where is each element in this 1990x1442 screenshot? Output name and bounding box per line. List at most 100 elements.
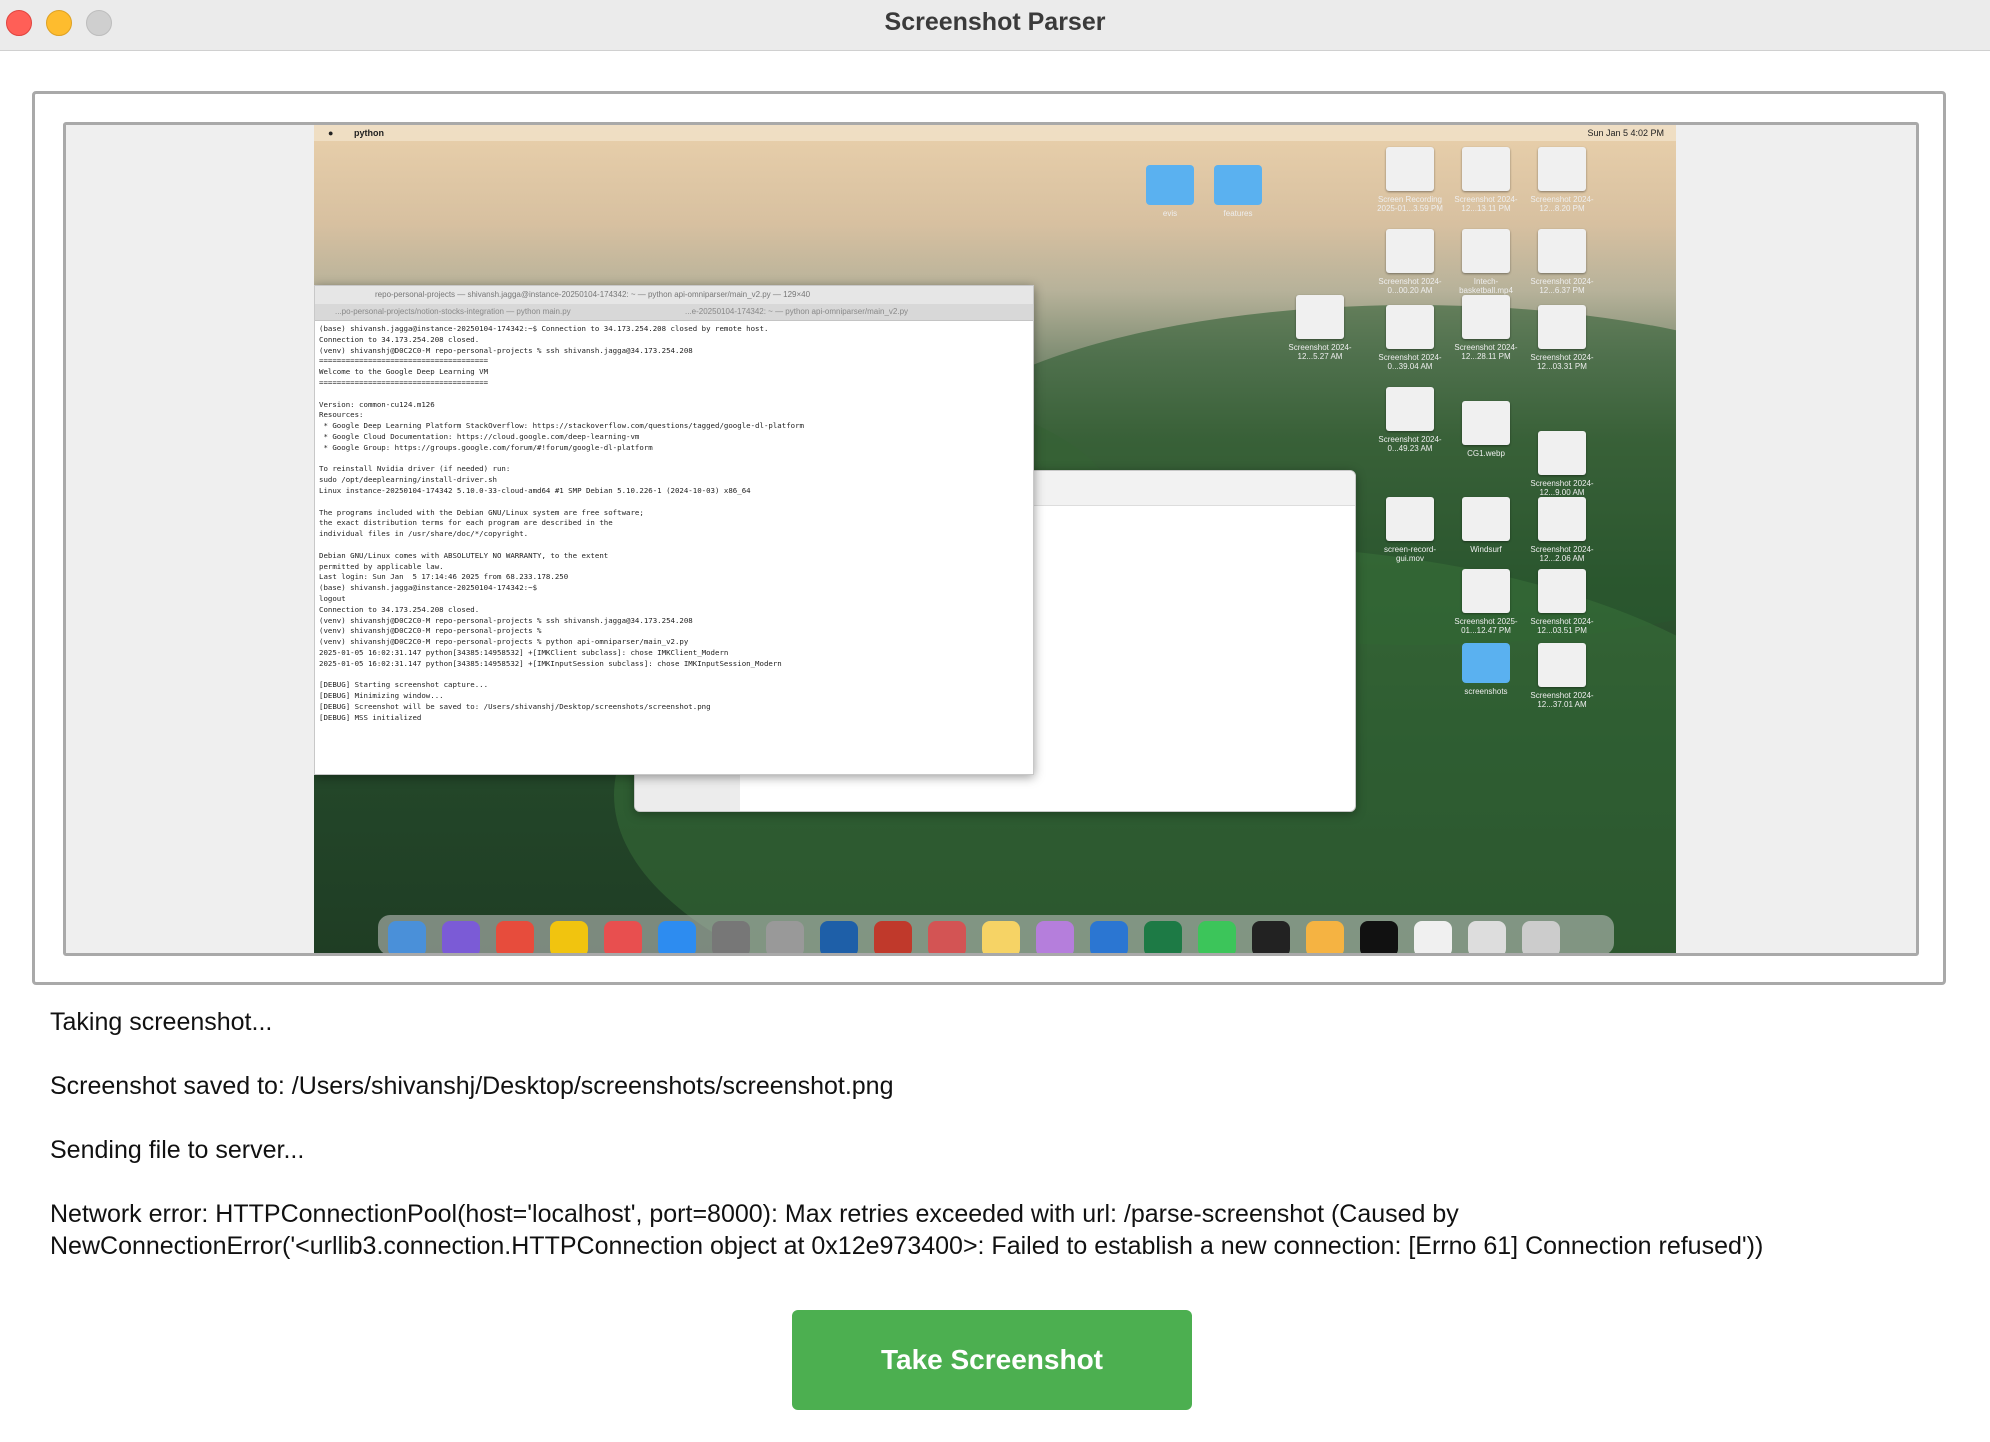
file-thumbnail-icon: [1538, 431, 1586, 475]
desktop-icon: Screenshot 2024-12...13.11 PM: [1450, 147, 1522, 213]
desktop-icon: Intech-basketball.mp4: [1450, 229, 1522, 295]
desktop-icon-label: Screenshot 2024-0...00.20 AM: [1378, 277, 1442, 295]
dock-app-icon: [982, 921, 1020, 953]
preview-image-container: ● python Sun Jan 5 4:02 PM repo-personal…: [63, 122, 1919, 956]
dock-app-icon: [1468, 921, 1506, 953]
dock-app-icon: [1252, 921, 1290, 953]
file-thumbnail-icon: [1538, 643, 1586, 687]
file-thumbnail-icon: [1462, 295, 1510, 339]
terminal-tab: ...po-personal-projects/notion-stocks-in…: [335, 307, 571, 316]
dock-app-icon: [496, 921, 534, 953]
desktop-icon-label: Intech-basketball.mp4: [1459, 277, 1513, 295]
dock-app-icon: [550, 921, 588, 953]
desktop-icon-label: Screenshot 2024-12...9.00 AM: [1530, 479, 1594, 497]
file-thumbnail-icon: [1462, 401, 1510, 445]
desktop-icon-label: screen-record-gui.mov: [1383, 545, 1436, 563]
desktop-icon-label: Screenshot 2025-01...12.47 PM: [1454, 617, 1518, 635]
dock-app-icon: [874, 921, 912, 953]
desktop-icon-label: evis: [1162, 209, 1178, 218]
dock-app-icon: [1414, 921, 1452, 953]
desktop-icon: Windsurf: [1450, 497, 1522, 554]
dock-app-icon: [1144, 921, 1182, 953]
desktop-icon: Screenshot 2024-12...2.06 AM: [1526, 497, 1598, 563]
dock-app-icon: [928, 921, 966, 953]
log-line: Screenshot saved to: /Users/shivanshj/De…: [50, 1072, 894, 1100]
file-thumbnail-icon: [1538, 305, 1586, 349]
terminal-tab: ...e-20250104-174342: ~ — python api-omn…: [685, 307, 909, 316]
dock-app-icon: [1360, 921, 1398, 953]
file-thumbnail-icon: [1538, 229, 1586, 273]
file-thumbnail-icon: [1538, 497, 1586, 541]
dock-app-icon: [658, 921, 696, 953]
desktop-icon-label: Screen Recording 2025-01...3.59 PM: [1377, 195, 1443, 213]
preview-app-name: python: [354, 128, 384, 138]
log-line: Taking screenshot...: [50, 1008, 273, 1036]
preview-clock: Sun Jan 5 4:02 PM: [1587, 128, 1664, 138]
desktop-icon-label: Screenshot 2024-12...37.01 AM: [1530, 691, 1594, 709]
file-thumbnail-icon: [1538, 147, 1586, 191]
file-thumbnail-icon: [1386, 305, 1434, 349]
apple-icon: ●: [328, 128, 334, 138]
desktop-icon-label: Screenshot 2024-12...13.11 PM: [1454, 195, 1518, 213]
dock-app-icon: [442, 921, 480, 953]
file-thumbnail-icon: [1462, 147, 1510, 191]
desktop-icon: Screenshot 2025-01...12.47 PM: [1450, 569, 1522, 635]
dock-app-icon: [1090, 921, 1128, 953]
file-thumbnail-icon: [1386, 497, 1434, 541]
log-error-line: Network error: HTTPConnectionPool(host='…: [50, 1200, 1459, 1228]
desktop-icon: Screenshot 2024-0...39.04 AM: [1374, 305, 1446, 371]
terminal-output: (base) shivansh.jagga@instance-20250104-…: [319, 324, 804, 722]
desktop-icon-label: CG1.webp: [1467, 449, 1505, 458]
terminal-tabs: ...po-personal-projects/notion-stocks-in…: [315, 304, 1033, 321]
desktop-icon: Screenshot 2024-0...00.20 AM: [1374, 229, 1446, 295]
desktop-icon: Screenshot 2024-12...5.27 AM: [1284, 295, 1356, 361]
file-thumbnail-icon: [1462, 569, 1510, 613]
desktop-icon: Screenshot 2024-12...37.01 AM: [1526, 643, 1598, 709]
desktop-icon: Screenshot 2024-12...9.00 AM: [1526, 431, 1598, 497]
desktop-icon: Screenshot 2024-12...6.37 PM: [1526, 229, 1598, 295]
desktop-icon-label: Screenshot 2024-0...39.04 AM: [1378, 353, 1442, 371]
dock-app-icon: [388, 921, 426, 953]
file-thumbnail-icon: [1462, 497, 1510, 541]
file-thumbnail-icon: [1386, 229, 1434, 273]
folder-icon: [1462, 643, 1510, 683]
desktop-icon-label: Screenshot 2024-0...49.23 AM: [1378, 435, 1442, 453]
log-line: Sending file to server...: [50, 1136, 305, 1164]
desktop-icon-label: Screenshot 2024-12...6.37 PM: [1530, 277, 1594, 295]
preview-menubar: ● python Sun Jan 5 4:02 PM: [314, 125, 1676, 141]
folder-icon: [1214, 165, 1262, 205]
dock-app-icon: [766, 921, 804, 953]
dock-app-icon: [1522, 921, 1560, 953]
desktop-icon-label: Screenshot 2024-12...28.11 PM: [1454, 343, 1518, 361]
dock-app-icon: [712, 921, 750, 953]
log-error-line: NewConnectionError('<urllib3.connection.…: [50, 1232, 1764, 1260]
desktop-icon: Screenshot 2024-12...03.51 PM: [1526, 569, 1598, 635]
preview-terminal-window: repo-personal-projects — shivansh.jagga@…: [314, 285, 1034, 775]
desktop-icon: Screenshot 2024-12...28.11 PM: [1450, 295, 1522, 361]
folder-icon: [1146, 165, 1194, 205]
screenshot-preview-image: ● python Sun Jan 5 4:02 PM repo-personal…: [314, 125, 1676, 953]
terminal-title: repo-personal-projects — shivansh.jagga@…: [315, 286, 1033, 304]
file-thumbnail-icon: [1386, 147, 1434, 191]
dock-app-icon: [1306, 921, 1344, 953]
desktop-icon: Screenshot 2024-12...8.20 PM: [1526, 147, 1598, 213]
desktop-icon-label: Screenshot 2024-12...03.31 PM: [1530, 353, 1594, 371]
desktop-icon: Screenshot 2024-0...49.23 AM: [1374, 387, 1446, 453]
desktop-icon-label: screenshots: [1464, 687, 1508, 696]
desktop-icon-label: Screenshot 2024-12...5.27 AM: [1288, 343, 1352, 361]
desktop-icon: Screen Recording 2025-01...3.59 PM: [1374, 147, 1446, 213]
take-screenshot-button[interactable]: Take Screenshot: [792, 1310, 1192, 1410]
desktop-icon-label: Screenshot 2024-12...8.20 PM: [1530, 195, 1594, 213]
title-bar: Screenshot Parser: [0, 0, 1990, 51]
desktop-icon: CG1.webp: [1450, 401, 1522, 458]
desktop-icon-label: features: [1223, 209, 1253, 218]
file-thumbnail-icon: [1296, 295, 1344, 339]
log-error: Network error: HTTPConnectionPool(host='…: [50, 1198, 1950, 1262]
desktop-icon-label: Screenshot 2024-12...2.06 AM: [1530, 545, 1594, 563]
desktop-icon: features: [1202, 165, 1274, 218]
desktop-icon: Screenshot 2024-12...03.31 PM: [1526, 305, 1598, 371]
file-thumbnail-icon: [1538, 569, 1586, 613]
file-thumbnail-icon: [1462, 229, 1510, 273]
dock-app-icon: [604, 921, 642, 953]
desktop-icon-label: Windsurf: [1470, 545, 1502, 554]
